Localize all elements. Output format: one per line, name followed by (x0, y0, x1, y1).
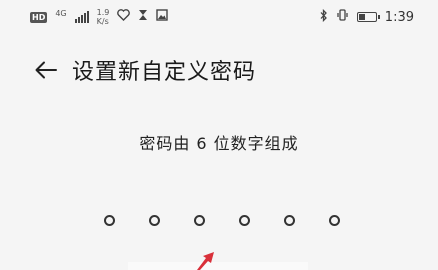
pin-dots (104, 211, 340, 229)
pin-dot (284, 214, 295, 226)
bluetooth-icon (319, 8, 328, 26)
net-speed-value: 1.9 (96, 8, 110, 17)
red-arrow-icon (197, 252, 214, 270)
heart-icon (117, 9, 131, 25)
pin-dot (329, 214, 340, 226)
gallery-icon (156, 9, 169, 25)
pin-dot (239, 214, 250, 226)
page-title: 设置新自定义密码 (72, 60, 257, 85)
pin-dot (194, 214, 205, 226)
vibrate-icon (336, 9, 349, 25)
signal-icon (74, 11, 89, 23)
status-right: 1:39 (319, 8, 414, 26)
net-speed-unit: K/s (96, 17, 109, 26)
net-speed: 1.9 K/s (97, 8, 110, 26)
pin-dot (149, 214, 160, 226)
status-time: 1:39 (384, 9, 414, 25)
back-arrow-icon (35, 61, 57, 79)
network-type: 4G (55, 8, 67, 18)
pin-dot (104, 214, 115, 226)
header: 设置新自定义密码 (0, 48, 438, 92)
hourglass-icon (138, 9, 148, 25)
password-hint: 密码由 6 位数字组成 (139, 134, 299, 153)
back-button[interactable] (28, 52, 64, 88)
status-left: HD 4G 1.9 K/s (30, 8, 169, 26)
hd-badge: HD (30, 11, 48, 23)
status-bar: HD 4G 1.9 K/s 1:39 (0, 0, 438, 34)
battery-icon (356, 12, 380, 22)
